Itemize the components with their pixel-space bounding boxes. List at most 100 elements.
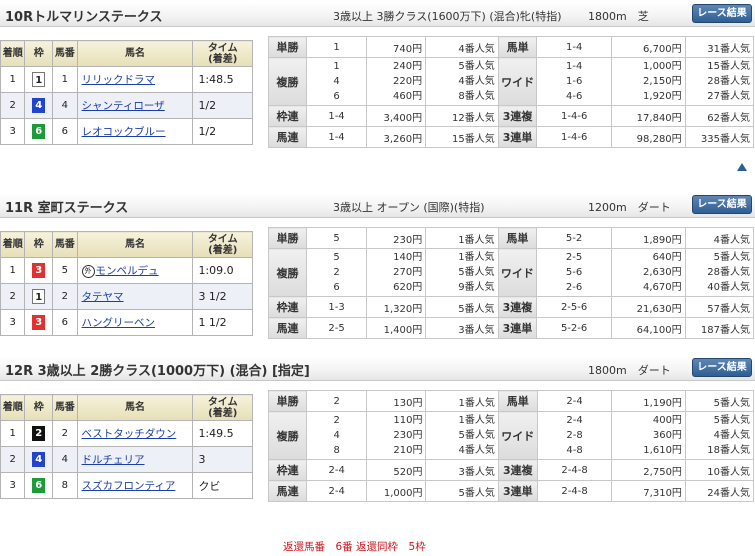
- trio-number: 2-4-8: [536, 459, 613, 481]
- quinella-popularity: 15番人気: [425, 126, 499, 148]
- bracket-amount: 3,400円: [365, 105, 427, 127]
- place-numbers: 146: [306, 57, 367, 106]
- race-block-11r: 11R 室町ステークス 3歳以上 オープン (国際)(特指) 1200m ダート…: [0, 193, 755, 353]
- result-row: 1 1 1 リリックドラマ 1:48.5: [0, 66, 253, 93]
- race-block-10r: 10Rトルマリンステークス 3歳以上 3勝クラス(1600万下) (混合)牝(特…: [0, 2, 755, 178]
- trio-label: 3連複: [497, 105, 538, 127]
- win-label: 単勝: [267, 227, 308, 249]
- waku-badge: 3: [32, 315, 46, 330]
- horse-name-link[interactable]: シャンティローザ: [82, 100, 165, 112]
- up-triangle-icon[interactable]: [737, 163, 747, 171]
- win-number: 2: [306, 390, 368, 412]
- horse-name-link[interactable]: ハングリーベン: [82, 317, 156, 329]
- exacta-number: 5-2: [536, 227, 612, 249]
- bracket-amount: 1,320円: [366, 296, 427, 318]
- rank: 1: [0, 257, 26, 284]
- payout-row-win: 単勝 1 740円 4番人気 馬単 1-4 6,700円 31番人気: [267, 36, 755, 58]
- win-amount: 130円: [366, 390, 427, 412]
- bracket-number: 1-3: [306, 296, 368, 318]
- payout-row-bracket: 枠連 1-3 1,320円 5番人気 3連複 2-5-6 21,630円 57番…: [267, 296, 755, 318]
- trifecta-popularity: 24番人気: [684, 480, 755, 502]
- bracket-amount: 520円: [366, 459, 427, 481]
- result-row: 3 6 8 スズカフロンティア クビ: [0, 472, 253, 499]
- horse-number: 2: [52, 420, 78, 447]
- trio-label: 3連複: [497, 296, 538, 318]
- race-header: 10Rトルマリンステークス 3歳以上 3勝クラス(1600万下) (混合)牝(特…: [0, 2, 755, 27]
- bracket-label: 枠連: [267, 296, 308, 318]
- rank: 2: [0, 92, 26, 119]
- payout-row-place: 複勝 526 140円 270円 620円 1番人気 5番人気 9番人気 ワイド 2-5…: [267, 248, 755, 297]
- trio-amount: 2,750円: [611, 459, 686, 481]
- header-time: タイム (着差): [192, 394, 253, 421]
- horse-name-link[interactable]: ベストタッチダウン: [82, 428, 177, 440]
- horse-name-link[interactable]: モンペルデュ: [96, 265, 159, 277]
- wide-label: ワイド: [497, 411, 538, 460]
- result-row: 2 4 4 ドルチェリア 3: [0, 446, 253, 473]
- header-rank: 着順: [0, 40, 26, 67]
- win-label: 単勝: [267, 36, 308, 58]
- trio-label: 3連複: [497, 459, 538, 481]
- win-popularity: 1番人気: [425, 390, 499, 412]
- horse-name-link[interactable]: スズカフロンティア: [82, 480, 176, 492]
- waku-badge: 1: [32, 72, 46, 87]
- payout-row-bracket: 枠連 2-4 520円 3番人気 3連複 2-4-8 2,750円 10番人気: [267, 459, 755, 481]
- result-row: 3 3 6 ハングリーベン 1 1/2: [0, 309, 253, 336]
- place-label: 複勝: [267, 248, 308, 297]
- exacta-number: 2-4: [536, 390, 613, 412]
- horse-name-link[interactable]: タテヤマ: [82, 291, 124, 303]
- race-result-button[interactable]: レース結果: [692, 4, 752, 23]
- horse-number: 6: [52, 118, 78, 145]
- exacta-label: 馬単: [497, 36, 538, 58]
- horse-number: 1: [52, 66, 78, 93]
- race-conditions: 3歳以上 オープン (国際)(特指): [333, 201, 485, 214]
- place-popularity: 1番人気 5番人気 4番人気: [425, 411, 499, 460]
- race-title: 12R 3歳以上 2勝クラス(1000万下) (混合) [指定]: [5, 364, 310, 379]
- results-header-row: 着順 枠 馬番 馬名 タイム (着差): [0, 394, 253, 421]
- finish-time: 1:09.0: [192, 257, 253, 284]
- quinella-number: 2-4: [306, 480, 368, 502]
- wide-numbers: 2-5 5-6 2-6: [536, 248, 612, 297]
- wide-popularity: 15番人気 28番人気 27番人気: [684, 57, 755, 106]
- waku-badge: 4: [32, 98, 46, 113]
- horse-name-link[interactable]: ドルチェリア: [82, 454, 145, 466]
- place-label: 複勝: [267, 411, 308, 460]
- horse-name-link[interactable]: レオコックブルー: [82, 126, 166, 138]
- margin: クビ: [192, 472, 253, 499]
- header-name: 馬名: [76, 40, 194, 67]
- circled-gai-icon: 外: [81, 264, 95, 278]
- quinella-amount: 3,260円: [365, 126, 427, 148]
- wide-popularity: 5番人気 28番人気 40番人気: [684, 248, 755, 297]
- margin: 3 1/2: [192, 283, 253, 310]
- race-distance: 1800m 芝: [588, 10, 649, 23]
- place-amounts: 240円 220円 460円: [365, 57, 427, 106]
- result-row: 3 6 6 レオコックブルー 1/2: [0, 118, 253, 145]
- trifecta-amount: 7,310円: [611, 480, 686, 502]
- exacta-number: 1-4: [536, 36, 612, 58]
- bracket-popularity: 5番人気: [425, 296, 499, 318]
- payout-table: 単勝 1 740円 4番人気 馬単 1-4 6,700円 31番人気 複勝 14…: [267, 36, 755, 148]
- win-number: 5: [306, 227, 368, 249]
- trio-popularity: 57番人気: [684, 296, 755, 318]
- wide-numbers: 1-4 1-6 4-6: [536, 57, 612, 106]
- waku-badge: 2: [32, 426, 46, 441]
- payout-row-quinella: 馬連 1-4 3,260円 15番人気 3連単 1-4-6 98,280円 33…: [267, 126, 755, 148]
- race-result-button[interactable]: レース結果: [692, 195, 752, 214]
- exacta-label: 馬単: [497, 227, 538, 249]
- horse-name-link[interactable]: リリックドラマ: [82, 74, 156, 86]
- win-number: 1: [306, 36, 367, 58]
- trifecta-number: 1-4-6: [536, 126, 612, 148]
- header-time: タイム (着差): [192, 40, 253, 67]
- race-distance: 1800m ダート: [588, 364, 671, 377]
- quinella-popularity: 3番人気: [425, 317, 499, 339]
- bracket-number: 1-4: [306, 105, 367, 127]
- win-amount: 230円: [366, 227, 427, 249]
- race-result-button[interactable]: レース結果: [692, 358, 752, 377]
- quinella-number: 2-5: [306, 317, 368, 339]
- margin: 1 1/2: [192, 309, 253, 336]
- finish-time: 1:48.5: [192, 66, 253, 93]
- race-header: 12R 3歳以上 2勝クラス(1000万下) (混合) [指定] 1800m ダ…: [0, 356, 755, 381]
- results-table: 着順 枠 馬番 馬名 タイム (着差) 1 2 2 ベストタッチダウン 1:49.…: [0, 394, 253, 499]
- waku-badge: 6: [32, 124, 46, 139]
- exacta-popularity: 31番人気: [684, 36, 755, 58]
- wide-label: ワイド: [497, 57, 538, 106]
